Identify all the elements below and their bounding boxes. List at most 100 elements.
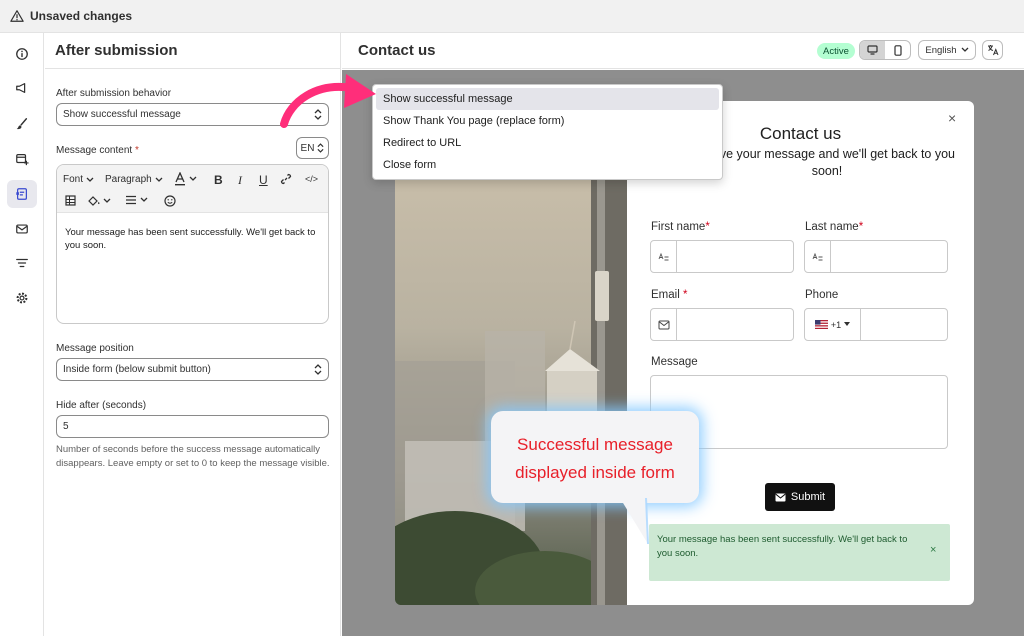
envelope-icon [775, 493, 786, 501]
table-button[interactable] [65, 195, 76, 206]
text-field-icon [651, 241, 677, 272]
success-message-text: Your message has been sent successfully.… [657, 534, 908, 559]
panel-title: After submission [55, 42, 178, 59]
phone-input[interactable]: +1 [804, 308, 948, 341]
chevron-down-icon [103, 198, 111, 203]
select-updown-icon [317, 143, 324, 153]
link-button[interactable] [280, 173, 292, 185]
dropdown-option-close-form[interactable]: Close form [376, 154, 719, 176]
behavior-select-value: Show successful message [63, 109, 181, 120]
dropdown-option-thank-you-page[interactable]: Show Thank You page (replace form) [376, 110, 719, 132]
phone-label: Phone [805, 289, 839, 301]
font-dropdown[interactable]: Font [63, 174, 94, 185]
sidebar-item-email[interactable] [7, 215, 37, 243]
email-label: Email * [651, 289, 688, 301]
editor-content[interactable]: Your message has been sent successfully.… [57, 213, 328, 265]
emoji-button[interactable] [164, 195, 176, 207]
chevron-down-icon [155, 177, 163, 182]
sidebar-item-filters[interactable] [7, 249, 37, 277]
sidebar-item-settings[interactable] [7, 284, 37, 312]
sidebar-item-announce[interactable] [7, 74, 37, 102]
align-icon [126, 195, 136, 205]
sidebar-item-design[interactable] [7, 110, 37, 138]
filter-icon [16, 258, 28, 268]
callout-tail [620, 498, 649, 545]
desktop-icon [867, 45, 878, 55]
chevron-down-icon [140, 197, 148, 202]
language-code-button[interactable]: EN [296, 137, 329, 159]
message-position-value: Inside form (below submit button) [63, 364, 211, 375]
device-toggle [859, 40, 911, 60]
hide-after-label: Hide after (seconds) [56, 400, 147, 411]
form-subtitle: Leave your message and we'll get back to… [698, 147, 955, 178]
success-close-button[interactable]: × [930, 544, 936, 556]
caret-down-icon [844, 322, 851, 326]
text-color-icon [175, 172, 185, 186]
underline-button[interactable]: U [259, 173, 268, 187]
us-flag-icon [814, 320, 828, 329]
rich-text-editor[interactable]: Font Paragraph B I U </> Your message ha… [56, 164, 329, 324]
annotation-arrow [280, 74, 376, 128]
gear-icon [16, 292, 28, 304]
country-code-select[interactable]: +1 [805, 309, 861, 340]
layout-add-icon [16, 154, 29, 166]
top-bar: Unsaved changes [0, 0, 1024, 33]
fill-color-button[interactable] [87, 195, 111, 207]
success-message-banner: Your message has been sent successfully.… [649, 524, 950, 581]
dropdown-option-show-message[interactable]: Show successful message [376, 88, 719, 110]
preview-title: Contact us [358, 42, 436, 59]
sidebar-item-after-submission[interactable] [7, 180, 37, 208]
paragraph-dropdown[interactable]: Paragraph [105, 174, 163, 185]
last-name-input[interactable] [804, 240, 948, 273]
first-name-input[interactable] [650, 240, 794, 273]
desktop-view-button[interactable] [860, 41, 885, 59]
message-position-label: Message position [56, 343, 134, 354]
align-button[interactable] [125, 195, 148, 205]
status-badge: Active [817, 43, 855, 59]
unsaved-changes-label: Unsaved changes [30, 9, 133, 23]
mail-icon [651, 309, 677, 340]
text-color-button[interactable] [174, 172, 197, 186]
sidebar-item-info[interactable] [7, 40, 37, 68]
language-select[interactable]: English [918, 40, 976, 60]
italic-button[interactable]: I [238, 173, 242, 188]
sidebar-item-layout[interactable] [7, 145, 37, 173]
paint-bucket-icon [88, 196, 100, 206]
bold-button[interactable]: B [214, 173, 223, 187]
first-name-label: First name* [651, 221, 710, 233]
select-updown-icon [314, 364, 322, 375]
chevron-down-icon [961, 47, 969, 52]
phone-code: +1 [830, 319, 842, 330]
panel-header: After submission [45, 33, 340, 69]
message-position-select[interactable]: Inside form (below submit button) [56, 358, 329, 381]
hide-after-input[interactable]: 5 [56, 415, 329, 438]
warning-icon [10, 10, 24, 22]
submit-button[interactable]: Submit [765, 483, 835, 511]
link-icon [280, 173, 292, 185]
message-content-label: Message content * [56, 145, 139, 156]
code-button[interactable]: </> [305, 174, 318, 184]
mail-icon [16, 224, 28, 234]
info-icon [16, 48, 28, 60]
last-name-label: Last name* [805, 221, 864, 233]
hide-after-help: Number of seconds before the success mes… [56, 444, 330, 469]
emoji-icon [164, 195, 176, 207]
form-submit-icon [16, 188, 27, 200]
behavior-dropdown-menu: Show successful message Show Thank You p… [372, 84, 723, 180]
language-value: English [925, 44, 957, 56]
megaphone-icon [16, 83, 26, 93]
translate-button[interactable] [982, 40, 1003, 60]
email-input[interactable] [650, 308, 794, 341]
message-label: Message [651, 356, 698, 368]
mobile-view-button[interactable] [885, 41, 910, 59]
translate-icon [987, 45, 998, 56]
hide-after-value: 5 [63, 421, 69, 432]
submit-label: Submit [790, 491, 826, 503]
dropdown-option-redirect[interactable]: Redirect to URL [376, 132, 719, 154]
table-icon [65, 195, 76, 206]
preview-header: Contact us Active English [342, 33, 1024, 69]
text-field-icon [805, 241, 831, 272]
sidebar-rail [0, 33, 44, 636]
chevron-down-icon [189, 176, 197, 181]
callout-text: Successful message displayed inside form [515, 435, 675, 482]
